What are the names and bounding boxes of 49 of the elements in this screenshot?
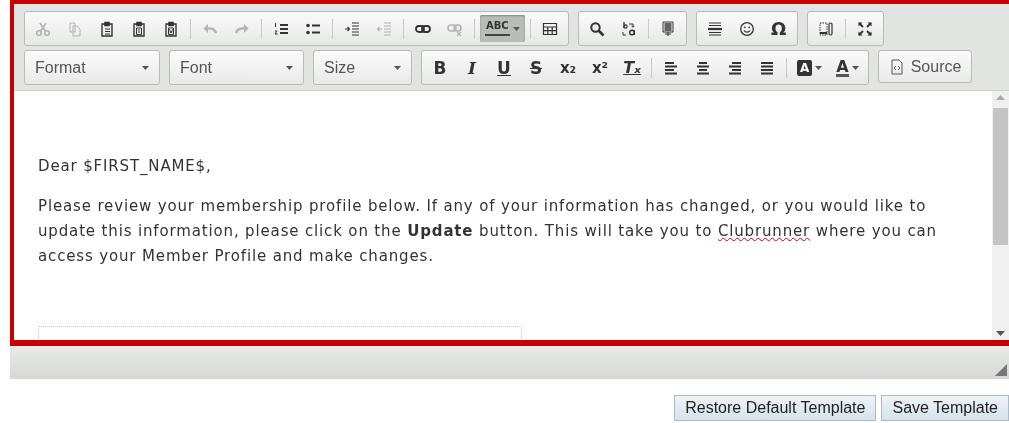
toolbar-button[interactable]: Ω	[764, 15, 793, 42]
maximize-icon	[856, 20, 873, 37]
justify-icon	[759, 59, 775, 76]
horizontal-rule-icon	[706, 20, 723, 37]
table-icon	[541, 20, 558, 37]
scissors-icon	[35, 20, 51, 37]
bold-button[interactable]: B	[426, 54, 454, 81]
document-code-icon	[888, 58, 905, 75]
action-button[interactable]: Restore Default Template	[674, 395, 877, 421]
align-center-icon	[695, 59, 711, 76]
toolbar-button[interactable]: x²	[586, 54, 614, 81]
caret-icon	[851, 65, 859, 70]
resize-handle-icon[interactable]	[995, 364, 1007, 376]
scrollbar-thumb[interactable]	[993, 108, 1008, 245]
paste-word-icon	[163, 20, 179, 37]
dropdown[interactable]: Size	[313, 50, 412, 85]
outdent-icon	[376, 20, 392, 37]
copy-icon	[67, 20, 83, 37]
source-button[interactable]: Source	[877, 50, 973, 83]
dropdown[interactable]: Font	[169, 50, 304, 85]
remove-format-button[interactable]: Tₓ	[618, 54, 646, 81]
caret-icon	[142, 65, 149, 70]
paste-icon	[99, 20, 115, 37]
text-color-button[interactable]: A	[831, 54, 864, 81]
caret-icon	[815, 65, 823, 70]
spellcheck-button[interactable]: ABC	[480, 15, 525, 42]
template-icon	[659, 20, 676, 37]
greeting-text: Dear $FIRST_NAME$,	[38, 156, 213, 177]
caret-icon	[286, 65, 293, 70]
caret-icon	[512, 26, 520, 31]
paste-plain-icon	[131, 20, 147, 37]
underline-button[interactable]: U	[490, 54, 518, 81]
italic-button[interactable]: I	[458, 54, 486, 81]
smiley-icon	[738, 20, 755, 37]
align-right-icon	[727, 59, 743, 76]
dropdown[interactable]: Format	[24, 50, 160, 85]
paragraph: Please review your membership profile below. If any of your information has changed, or you would like to update this information, please click on the Update button. This will take you to Clubrunner where you can access your Member Profile and make changes.	[38, 196, 938, 267]
toolbar-button[interactable]: x₂	[554, 54, 582, 81]
page-break-icon	[817, 20, 834, 37]
scroll-down-icon[interactable]	[996, 331, 1005, 336]
indent-icon	[344, 20, 360, 37]
search-icon	[588, 20, 605, 37]
align-left-icon	[663, 59, 679, 76]
numbered-list-icon	[273, 20, 289, 37]
caret-icon	[394, 65, 401, 70]
background-color-button[interactable]: A	[792, 54, 828, 81]
replace-icon	[620, 20, 637, 37]
strikethrough-button[interactable]: S	[522, 54, 550, 81]
action-button[interactable]: Save Template	[881, 395, 1009, 421]
